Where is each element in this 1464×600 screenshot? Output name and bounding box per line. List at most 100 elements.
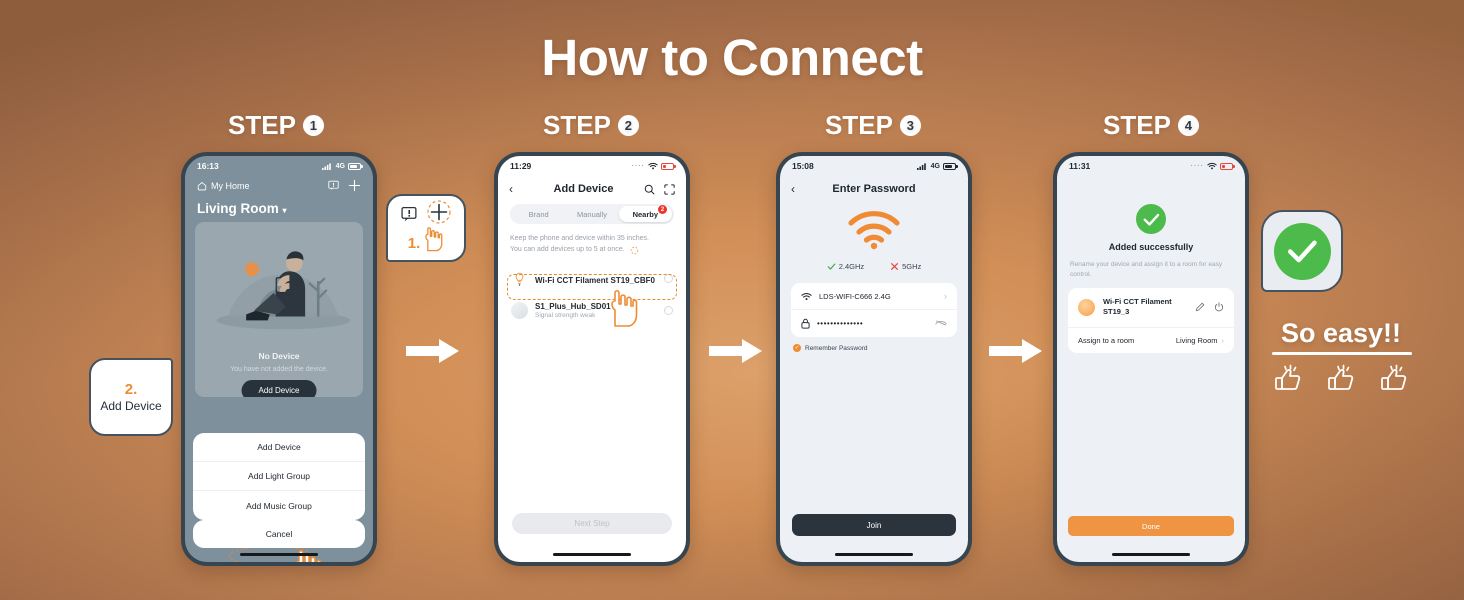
phone3-app-bar: ‹ Enter Password xyxy=(780,176,968,200)
wifi-icon xyxy=(648,162,658,170)
band-supported-label: 2.4GHz xyxy=(838,262,865,271)
step-label-1-text: STEP xyxy=(228,110,296,140)
poster-stage: How to Connect STEP 1 STEP 2 STEP 3 STEP… xyxy=(0,0,1464,600)
tab-nearby-label: Nearby xyxy=(632,209,659,219)
thumbs-up-icon xyxy=(1275,364,1301,390)
plus-icon[interactable] xyxy=(348,179,361,192)
phone4-status-bar: 11:31 ···· xyxy=(1057,156,1245,176)
eye-toggle-icon[interactable] xyxy=(935,319,947,329)
room-selector[interactable]: Living Room ▾ xyxy=(197,201,361,216)
tab-brand-label: Brand xyxy=(528,209,549,219)
scan-icon[interactable] xyxy=(664,183,675,195)
sheet-item-add-device[interactable]: Add Device xyxy=(193,433,365,462)
phone4-clock: 11:31 xyxy=(1069,161,1091,171)
check-icon xyxy=(1287,240,1317,263)
tagline-underline xyxy=(1272,352,1412,355)
bulb-icon xyxy=(1078,298,1095,316)
phone2-status-bar: 11:29 ···· xyxy=(498,156,686,176)
step-label-4: STEP 4 xyxy=(1103,110,1199,141)
spinner-icon xyxy=(630,246,638,255)
assign-room-row[interactable]: Assign to a room Living Room › xyxy=(1068,326,1234,353)
chevron-right-icon: › xyxy=(944,291,947,301)
password-row[interactable]: •••••••••••••• xyxy=(791,310,957,337)
join-button[interactable]: Join xyxy=(792,514,956,536)
message-icon[interactable] xyxy=(328,180,339,191)
cross-icon xyxy=(891,263,899,270)
tab-nearby[interactable]: Nearby 2 xyxy=(618,205,672,222)
edit-icon[interactable] xyxy=(1195,302,1205,312)
device-row-filament[interactable]: Wi-Fi CCT Filament ST19_CBF0 xyxy=(498,263,686,295)
scan-hint: Keep the phone and device within 35 inch… xyxy=(510,234,674,256)
bulb-icon xyxy=(511,270,528,287)
phone3-status-bar: 15:08 4G xyxy=(780,156,968,176)
phone1-header: My Home Living Room ▾ xyxy=(185,176,373,216)
signal-dots-icon: ···· xyxy=(1190,162,1204,170)
remember-password-row[interactable]: ✓ Remember Password xyxy=(793,344,955,352)
page-title: How to Connect xyxy=(541,29,923,86)
flow-arrow-2 xyxy=(709,339,762,363)
step-badge-1: 1 xyxy=(302,115,324,136)
added-device-name-line1: Wi-Fi CCT Filament xyxy=(1103,296,1172,306)
my-home-label: My Home xyxy=(211,180,250,191)
phone-mockup-step1: 16:13 4G My Home Living Room ▾ No Device… xyxy=(181,152,377,566)
callout-step2: 2. Add Device xyxy=(89,358,173,436)
band-unsupported: 5GHz xyxy=(890,262,921,271)
battery-icon-low xyxy=(1220,162,1235,170)
search-icon[interactable] xyxy=(644,184,655,195)
assign-room-value: Living Room xyxy=(1175,335,1218,345)
device-row-hub-name: S1_Plus_Hub_SD01 xyxy=(535,301,611,311)
wifi-icon xyxy=(801,292,812,300)
wifi-icon xyxy=(1207,162,1217,170)
done-button[interactable]: Done xyxy=(1068,516,1234,536)
home-indicator xyxy=(553,552,631,556)
added-device-row: Wi-Fi CCT Filament ST19_3 xyxy=(1068,288,1234,327)
callout-one-number: 1. xyxy=(407,234,421,252)
phone4-status-icons: ···· xyxy=(1190,162,1235,170)
phone2-status-icons: ···· xyxy=(631,162,676,170)
device-row-hub-radio[interactable] xyxy=(664,305,673,315)
next-step-button[interactable]: Next Step xyxy=(512,513,672,534)
empty-state-title: No Device xyxy=(258,351,300,361)
hub-icon xyxy=(511,301,528,319)
thumbs-up-icon xyxy=(1381,364,1407,390)
ssid-row[interactable]: LDS-WIFI-C666 2.4G › xyxy=(791,283,957,310)
tab-brand[interactable]: Brand xyxy=(512,206,565,222)
back-button[interactable]: ‹ xyxy=(791,182,805,196)
success-title: Added successfully xyxy=(1108,242,1194,252)
phone-mockup-step3: 15:08 4G ‹ Enter Password 2.4GHz 5GHz LD… xyxy=(776,152,972,566)
sheet-cancel-button[interactable]: Cancel xyxy=(193,520,365,548)
remember-password-checkbox[interactable]: ✓ xyxy=(793,344,801,352)
message-icon xyxy=(400,206,417,221)
phone1-header-icons xyxy=(328,179,361,192)
sheet-item-add-light-group[interactable]: Add Light Group xyxy=(193,462,365,491)
add-device-primary-button[interactable]: Add Device xyxy=(241,380,317,397)
ssid-value: LDS-WIFI-C666 2.4G xyxy=(819,291,891,301)
phone1-network-type: 4G xyxy=(335,162,345,170)
power-icon[interactable] xyxy=(1214,302,1224,312)
flow-arrow-3 xyxy=(989,339,1042,363)
scan-hint-line2: You can add devices up to 5 at once. xyxy=(510,245,625,253)
phone2-title: Add Device xyxy=(553,183,614,195)
phone1-clock: 16:13 xyxy=(197,161,219,171)
nearby-device-list: Wi-Fi CCT Filament ST19_CBF0 S1_Plus_Hub… xyxy=(498,263,686,326)
signal-dots-icon: ···· xyxy=(631,162,645,170)
assign-room-label: Assign to a room xyxy=(1078,335,1135,345)
battery-icon-low xyxy=(661,162,676,170)
wifi-form-card: LDS-WIFI-C666 2.4G › •••••••••••••• xyxy=(791,283,957,337)
band-supported: 2.4GHz xyxy=(827,262,864,271)
tagline: So easy!! xyxy=(1280,318,1402,348)
phone3-network-type: 4G xyxy=(930,162,940,170)
tab-manually[interactable]: Manually xyxy=(565,206,618,222)
wifi-illustration xyxy=(780,210,968,255)
thumbs-up-icon xyxy=(1328,364,1354,390)
step-label-3-text: STEP xyxy=(825,110,893,140)
phone1-screen: 16:13 4G My Home Living Room ▾ No Device… xyxy=(185,156,373,562)
device-row-hub[interactable]: S1_Plus_Hub_SD01 Signal strength weak xyxy=(498,295,686,326)
my-home-button[interactable]: My Home xyxy=(197,181,250,191)
phone3-status-icons: 4G xyxy=(916,162,958,170)
plus-icon xyxy=(426,199,451,224)
phone3-screen: 15:08 4G ‹ Enter Password 2.4GHz 5GHz LD… xyxy=(780,156,968,562)
device-row-filament-radio[interactable] xyxy=(664,274,673,284)
sheet-item-add-music-group[interactable]: Add Music Group xyxy=(193,491,365,520)
back-button[interactable]: ‹ xyxy=(509,182,523,196)
